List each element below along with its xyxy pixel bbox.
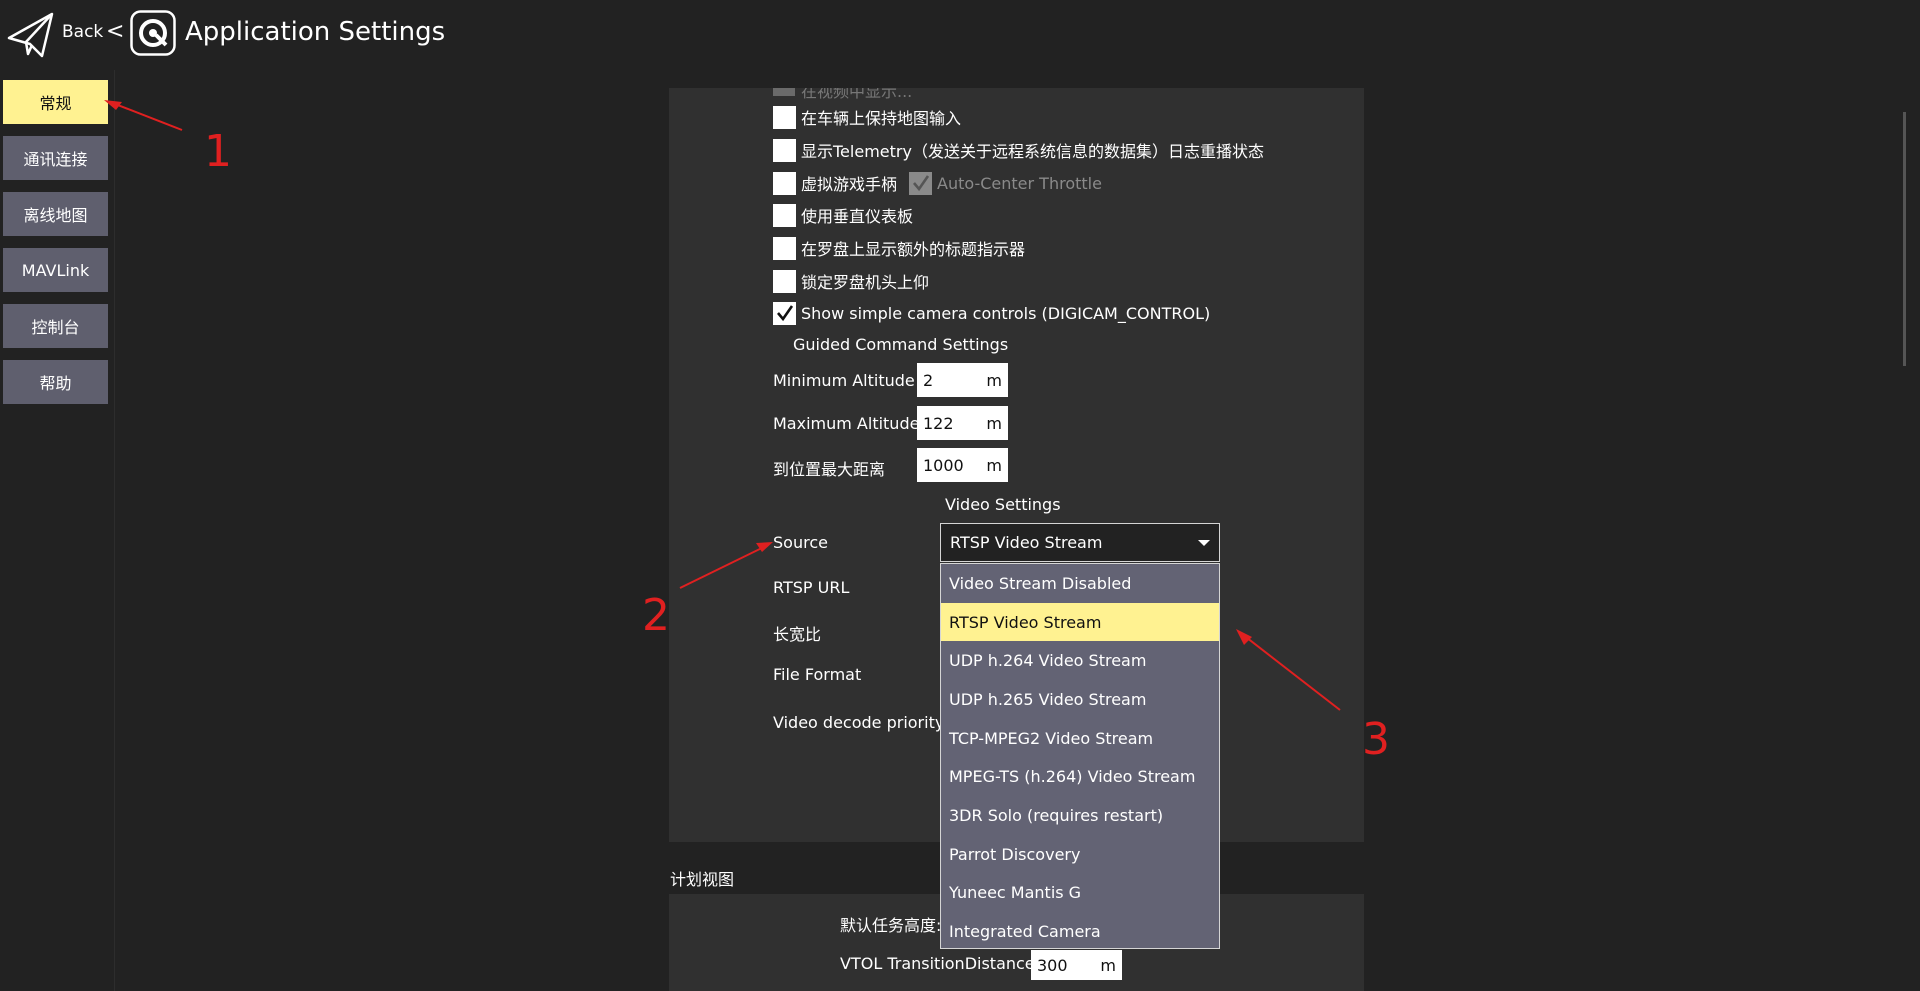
guided-settings-title: Guided Command Settings (793, 335, 1009, 354)
checkbox-label: 锁定罗盘机头上仰 (801, 273, 930, 292)
sidebar-item-offline-maps[interactable]: 离线地图 (3, 192, 108, 236)
caret-down-icon (1198, 539, 1210, 546)
video-source-option[interactable]: Integrated Camera (941, 912, 1219, 950)
checkbox-label: Show simple camera controls (DIGICAM_CON… (801, 303, 1211, 323)
video-source-option-selected[interactable]: RTSP Video Stream (941, 603, 1219, 641)
checkbox[interactable] (773, 203, 796, 227)
rtsp-url-label: RTSP URL (773, 578, 850, 597)
video-source-label: Source (773, 533, 828, 552)
vtol-transition-distance-value: 300 (1037, 955, 1068, 975)
checkbox[interactable] (773, 236, 796, 260)
checkmark-icon (912, 175, 929, 192)
checkbox-label: 在罗盘上显示额外的标题指示器 (801, 240, 1026, 259)
checkbox[interactable] (773, 171, 796, 195)
checkbox-label: 使用垂直仪表板 (801, 207, 914, 226)
min-altitude-input[interactable]: 2 m (917, 363, 1008, 397)
sidebar-item-console[interactable]: 控制台 (3, 304, 108, 348)
checkmark-icon (776, 305, 793, 322)
unit-label: m (986, 413, 1002, 433)
min-altitude-label: Minimum Altitude (773, 371, 915, 390)
vtol-transition-distance-label: VTOL TransitionDistance (840, 954, 1035, 973)
paper-plane-icon[interactable] (6, 10, 56, 60)
checkbox-label: 显示Telemetry（发送关于远程系统信息的数据集）日志重播状态 (801, 142, 1264, 161)
max-altitude-value: 122 (923, 413, 954, 433)
back-button[interactable]: Back (62, 22, 103, 42)
video-source-option[interactable]: TCP-MPEG2 Video Stream (941, 719, 1219, 757)
checkbox-partial-label: 在视频中显示... (801, 88, 913, 101)
sidebar-item-comm-links[interactable]: 通讯连接 (3, 136, 108, 180)
max-distance-label: 到位置最大距离 (773, 460, 886, 479)
max-distance-input[interactable]: 1000 m (917, 448, 1008, 482)
file-format-label: File Format (773, 665, 862, 684)
min-altitude-value: 2 (923, 370, 934, 390)
sidebar-item-help[interactable]: 帮助 (3, 360, 108, 404)
sidebar-item-mavlink[interactable]: MAVLink (3, 248, 108, 292)
video-source-option[interactable]: MPEG-TS (h.264) Video Stream (941, 757, 1219, 795)
qgc-logo-icon (130, 10, 176, 56)
sidebar-item-general[interactable]: 常规 (3, 80, 108, 124)
plan-view-title: 计划视图 (670, 870, 735, 889)
checkbox[interactable] (773, 138, 796, 162)
checkbox-label: 虚拟游戏手柄 (801, 175, 898, 194)
unit-label: m (986, 455, 1002, 475)
unit-label: m (1100, 955, 1116, 975)
video-settings-title: Video Settings (945, 495, 1061, 514)
video-source-option[interactable]: 3DR Solo (requires restart) (941, 796, 1219, 834)
video-source-option[interactable]: Yuneec Mantis G (941, 873, 1219, 911)
video-source-option[interactable]: UDP h.265 Video Stream (941, 680, 1219, 718)
unit-label: m (986, 370, 1002, 390)
annotation-arrow-1 (104, 100, 183, 131)
video-source-options-list: Video Stream Disabled RTSP Video Stream … (940, 563, 1220, 949)
video-source-option[interactable]: Parrot Discovery (941, 835, 1219, 873)
checkbox-partial[interactable] (773, 88, 795, 96)
video-source-option[interactable]: UDP h.264 Video Stream (941, 641, 1219, 679)
checkbox-row-vertical-instrument[interactable]: 使用垂直仪表板 (773, 203, 913, 227)
video-source-selected-value: RTSP Video Stream (950, 533, 1103, 552)
annotation-number-2: 2 (642, 590, 670, 641)
annotation-number-1: 1 (204, 126, 232, 177)
checkbox-label: 在车辆上保持地图输入 (801, 109, 962, 128)
settings-sidebar: 常规 通讯连接 离线地图 MAVLink 控制台 帮助 (0, 70, 115, 991)
back-chevron: < (106, 19, 125, 44)
default-mission-altitude-label: 默认任务高度: (840, 916, 942, 935)
checkbox-row-extra-heading[interactable]: 在罗盘上显示额外的标题指示器 (773, 236, 1025, 260)
max-altitude-label: Maximum Altitude (773, 414, 920, 433)
vtol-transition-distance-input[interactable]: 300 m (1031, 950, 1122, 980)
checkbox[interactable] (773, 105, 796, 129)
video-source-dropdown[interactable]: RTSP Video Stream (940, 523, 1220, 562)
checkbox-row-telemetry-log[interactable]: 显示Telemetry（发送关于远程系统信息的数据集）日志重播状态 (773, 138, 1264, 162)
annotation-number-3: 3 (1362, 714, 1390, 765)
vertical-scrollbar[interactable] (1903, 112, 1906, 366)
max-distance-value: 1000 (923, 455, 964, 475)
page-title: Application Settings (185, 17, 446, 47)
checkbox-row-virtual-joystick[interactable]: 虚拟游戏手柄 Auto-Center Throttle (773, 171, 1102, 195)
checkbox-checked[interactable] (773, 301, 796, 325)
video-source-option[interactable]: Video Stream Disabled (941, 564, 1219, 602)
header-bar: Back < Application Settings (0, 0, 1920, 70)
auto-center-throttle-checkbox (909, 171, 933, 195)
auto-center-throttle-label: Auto-Center Throttle (937, 173, 1102, 193)
max-altitude-input[interactable]: 122 m (917, 406, 1008, 440)
checkbox-row-lock-compass[interactable]: 锁定罗盘机头上仰 (773, 269, 929, 293)
video-decode-priority-label: Video decode priority (773, 713, 945, 732)
checkbox-row-camera-controls[interactable]: Show simple camera controls (DIGICAM_CON… (773, 301, 1210, 325)
aspect-ratio-label: 长宽比 (773, 625, 822, 644)
checkbox-row-keep-map[interactable]: 在车辆上保持地图输入 (773, 105, 961, 129)
checkbox[interactable] (773, 269, 796, 293)
